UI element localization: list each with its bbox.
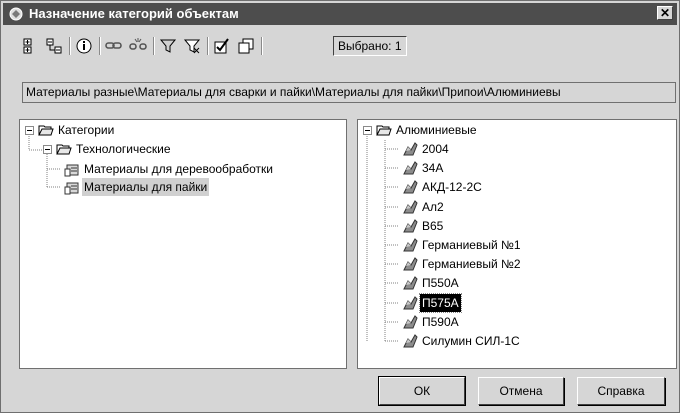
- alloy-object-icon: [403, 238, 418, 252]
- open-folder-icon: [38, 125, 54, 136]
- tree-label: П550А: [422, 276, 459, 290]
- alloy-object-icon: [403, 142, 418, 156]
- tree-label: Алюминиевые: [396, 123, 477, 137]
- link-icon[interactable]: [105, 37, 123, 55]
- app-icon: [9, 7, 23, 21]
- category-tree[interactable]: Категории Технологические Материалы для …: [19, 119, 347, 369]
- tree-node-object[interactable]: П590А: [358, 313, 676, 331]
- tree-node-category[interactable]: Материалы для деревообработки: [20, 160, 346, 178]
- help-button[interactable]: Справка: [577, 377, 665, 405]
- tree-node-object[interactable]: Германиевый №1: [358, 236, 676, 254]
- uncheck-all-icon[interactable]: [237, 37, 255, 55]
- alloy-object-icon: [403, 276, 418, 290]
- alloy-object-icon: [403, 161, 418, 175]
- ok-button[interactable]: ОК: [378, 376, 466, 406]
- alloy-object-icon: [403, 180, 418, 194]
- info-icon[interactable]: [75, 37, 93, 55]
- unlink-icon[interactable]: [129, 37, 147, 55]
- toolbar-separator: [69, 37, 71, 55]
- collapse-toggle-icon[interactable]: [363, 126, 372, 135]
- tree-node-object[interactable]: П575А: [358, 293, 676, 313]
- tree-node-categories[interactable]: Категории: [20, 121, 346, 139]
- alloy-object-icon: [403, 219, 418, 233]
- close-icon: ✕: [659, 6, 671, 20]
- open-folder-icon: [56, 144, 72, 155]
- toolbar: Выбрано: 1: [19, 35, 659, 59]
- filter-icon[interactable]: [159, 37, 177, 55]
- filter-clear-icon[interactable]: [183, 37, 201, 55]
- object-tree[interactable]: Алюминиевые 2004 34А АКД-12-2С Ал2 В65 Герман…: [357, 119, 677, 369]
- collapse-toggle-icon[interactable]: [43, 145, 52, 154]
- tree-node-object[interactable]: Силумин СИЛ-1С: [358, 332, 676, 350]
- tree-label: 34А: [422, 161, 444, 175]
- expand-all-icon[interactable]: [19, 37, 37, 55]
- category-icon: [64, 164, 79, 177]
- tree-node-object[interactable]: П550А: [358, 274, 676, 292]
- tree-label: Силумин СИЛ-1С: [422, 334, 520, 348]
- cancel-button[interactable]: Отмена: [478, 377, 564, 405]
- alloy-object-icon: [403, 257, 418, 271]
- tree-node-object[interactable]: АКД-12-2С: [358, 178, 676, 196]
- toolbar-separator: [207, 37, 209, 55]
- close-button[interactable]: ✕: [657, 6, 673, 20]
- window-title: Назначение категорий объектам: [29, 6, 239, 21]
- toolbar-separator: [261, 37, 263, 55]
- tree-label: Германиевый №1: [422, 238, 521, 252]
- tree-node-object[interactable]: Ал2: [358, 198, 676, 216]
- tree-label: Материалы для деревообработки: [84, 162, 273, 176]
- category-icon: [64, 182, 79, 195]
- category-path: Материалы разные\Материалы для сварки и …: [22, 82, 676, 103]
- tree-node-category-selected[interactable]: Материалы для пайки: [20, 178, 346, 196]
- alloy-object-icon: [403, 315, 418, 329]
- alloy-object-icon: [403, 334, 418, 348]
- toolbar-separator: [153, 37, 155, 55]
- tree-label: Ал2: [422, 200, 444, 214]
- tree-node-object[interactable]: 2004: [358, 140, 676, 158]
- check-all-icon[interactable]: [213, 37, 231, 55]
- title-bar[interactable]: Назначение категорий объектам ✕: [3, 3, 677, 25]
- tree-label: Технологические: [76, 142, 171, 156]
- tree-label: Категории: [58, 123, 115, 137]
- selected-count: Выбрано: 1: [333, 36, 407, 56]
- open-folder-icon: [376, 125, 392, 136]
- tree-label: Германиевый №2: [422, 257, 521, 271]
- tree-node-aluminium[interactable]: Алюминиевые: [358, 121, 676, 139]
- collapse-all-icon[interactable]: [45, 37, 63, 55]
- tree-node-group[interactable]: Технологические: [20, 140, 346, 158]
- tree-label: АКД-12-2С: [422, 180, 482, 194]
- tree-node-object[interactable]: Германиевый №2: [358, 255, 676, 273]
- alloy-object-icon: [403, 296, 418, 310]
- tree-label: В65: [422, 219, 444, 233]
- tree-label: 2004: [422, 142, 449, 156]
- tree-label: П575А: [419, 293, 462, 313]
- tree-node-object[interactable]: 34А: [358, 159, 676, 177]
- tree-label: Материалы для пайки: [82, 178, 210, 196]
- tree-node-object[interactable]: В65: [358, 217, 676, 235]
- dialog-window: Назначение категорий объектам ✕ Выбрано:…: [0, 0, 680, 413]
- alloy-object-icon: [403, 200, 418, 214]
- collapse-toggle-icon[interactable]: [25, 126, 34, 135]
- tree-label: П590А: [422, 315, 459, 329]
- toolbar-separator: [99, 37, 101, 55]
